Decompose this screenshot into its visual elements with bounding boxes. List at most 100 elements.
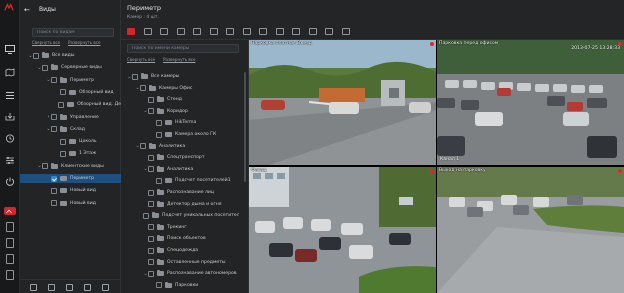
video-tile[interactable]: Фасад [249, 167, 436, 293]
document-icon[interactable] [6, 270, 14, 280]
layout-option-icon[interactable] [176, 28, 185, 35]
camera-tree-item[interactable]: Спецтранспорт [143, 153, 239, 162]
layout-option-icon[interactable] [275, 28, 284, 35]
chevron-up-icon[interactable] [4, 207, 16, 215]
camera-search-box[interactable] [127, 44, 239, 53]
tree-checkbox[interactable] [51, 77, 57, 84]
camera-tree-item[interactable]: Детектор дыма и огня [143, 200, 239, 209]
layout-option-icon[interactable] [143, 28, 152, 35]
add-folder-icon[interactable] [48, 284, 55, 291]
monitor-icon[interactable] [5, 45, 15, 54]
camera-tree-scrollbar[interactable] [244, 72, 246, 182]
layout-option-icon[interactable] [292, 28, 300, 35]
tree-checkbox[interactable] [156, 282, 162, 289]
tree-checkbox[interactable] [148, 235, 154, 242]
camera-tree-item[interactable]: ⌄ Распознавание автономеров [143, 269, 239, 278]
delete-icon[interactable] [102, 284, 109, 291]
views-tree-item[interactable]: ⌄ Периметр [46, 76, 121, 85]
tree-checkbox[interactable] [33, 52, 39, 59]
tree-checkbox[interactable] [148, 270, 154, 277]
tree-checkbox[interactable] [51, 175, 57, 182]
list-icon[interactable] [5, 91, 15, 100]
expand-all-link[interactable]: Развернуть все [68, 40, 100, 45]
edit-icon[interactable] [84, 284, 91, 291]
camera-tree-item[interactable]: ⌄ Аналитика [135, 142, 239, 151]
layout-option-icon[interactable] [341, 28, 350, 35]
add-view-icon[interactable] [30, 284, 37, 291]
tree-checkbox[interactable] [140, 85, 146, 92]
camera-tree-item[interactable]: Стенд [143, 95, 239, 104]
tree-checkbox[interactable] [51, 187, 57, 194]
tree-checkbox[interactable] [148, 247, 154, 254]
tree-checkbox[interactable] [60, 138, 66, 145]
camera-tree-item[interactable]: ⌄ Камеры Офис [135, 84, 239, 93]
document-icon[interactable] [6, 238, 14, 248]
tree-checkbox[interactable] [156, 177, 162, 184]
layout-option-icon[interactable] [193, 28, 201, 35]
camera-tree-item[interactable]: Трекинг [143, 223, 239, 232]
views-tree-item[interactable]: Новый вид [46, 186, 121, 195]
views-tree-item[interactable]: ⌄ Серверные виды [37, 63, 121, 72]
camera-tree-item[interactable]: ⌄ Аналитика [143, 165, 239, 174]
tree-checkbox[interactable] [60, 150, 66, 157]
video-tile[interactable]: Выход на парковку [437, 167, 624, 293]
views-tree-item[interactable]: ⌄ Склад [46, 125, 121, 134]
map-icon[interactable] [5, 68, 15, 77]
tree-checkbox[interactable] [148, 108, 154, 115]
tree-checkbox[interactable] [156, 119, 162, 126]
camera-tree-item[interactable]: Поиск объектов [143, 234, 239, 243]
camera-tree-item[interactable]: Подсчет посетителей1 [151, 176, 239, 185]
tree-checkbox[interactable] [132, 73, 138, 80]
tree-checkbox[interactable] [51, 114, 57, 120]
camera-tree-item[interactable]: ⌄ Все камеры [127, 72, 239, 81]
layout-option-icon[interactable] [226, 28, 234, 35]
tree-checkbox[interactable] [148, 154, 154, 161]
collapse-all-link[interactable]: Свернуть все [127, 57, 155, 62]
views-tree-item[interactable]: Обзорный вид. Де [55, 100, 121, 109]
camera-tree-item[interactable]: Камера около ГК [151, 130, 239, 139]
views-tree-item[interactable]: Цоколь [55, 137, 121, 146]
views-tree-item[interactable]: ⌄ Клиентские виды [37, 162, 121, 171]
tree-checkbox[interactable] [42, 64, 48, 71]
history-icon[interactable] [5, 134, 15, 143]
layout-option-icon[interactable] [209, 28, 218, 35]
camera-tree-item[interactable]: Спецодежда [143, 246, 239, 255]
views-search-box[interactable] [32, 28, 114, 37]
tree-checkbox[interactable] [148, 96, 154, 103]
video-tile[interactable]: Парковка перед офисом 2013-07-25 13:28:3… [437, 40, 624, 165]
views-search-input[interactable] [33, 29, 113, 36]
camera-tree-item[interactable]: Подсчет уникальных посетителе [143, 211, 239, 220]
tree-checkbox[interactable] [42, 163, 48, 170]
document-icon[interactable] [6, 222, 14, 232]
tree-checkbox[interactable] [143, 212, 149, 219]
views-tree-item[interactable]: Периметр [20, 174, 121, 183]
layout-option-icon[interactable] [308, 28, 317, 35]
document-icon[interactable] [6, 254, 14, 264]
tree-checkbox[interactable] [140, 143, 146, 150]
collapse-all-link[interactable]: Свернуть все [32, 40, 60, 45]
layout-option-icon[interactable] [242, 28, 251, 35]
layout-option-icon[interactable] [160, 28, 168, 35]
back-arrow-icon[interactable]: ← [24, 6, 30, 14]
settings-icon[interactable] [5, 156, 15, 165]
copy-icon[interactable] [66, 284, 73, 291]
tree-checkbox[interactable] [51, 126, 57, 133]
archive-icon[interactable] [5, 112, 15, 121]
views-tree-item[interactable]: ⌄ Все виды [28, 51, 121, 60]
camera-tree-item[interactable]: Парковки [151, 281, 239, 290]
tree-checkbox[interactable] [51, 200, 57, 207]
expand-all-link[interactable]: Развернуть все [163, 57, 195, 62]
camera-tree-item[interactable]: HikTerma [151, 118, 239, 127]
camera-tree-item[interactable]: ⌄ Коридор [143, 107, 239, 116]
tree-checkbox[interactable] [156, 131, 162, 138]
views-tree-item[interactable]: › Управление [46, 113, 121, 122]
tree-checkbox[interactable] [148, 224, 154, 231]
tree-checkbox[interactable] [60, 89, 66, 96]
tree-checkbox[interactable] [148, 259, 154, 266]
layout-option-icon[interactable] [127, 28, 135, 35]
tree-checkbox[interactable] [148, 166, 154, 173]
power-icon[interactable] [5, 177, 15, 186]
video-tile[interactable]: Парковка платная Въезд [249, 40, 436, 165]
layout-option-icon[interactable] [325, 28, 333, 35]
tree-checkbox[interactable] [58, 101, 65, 108]
